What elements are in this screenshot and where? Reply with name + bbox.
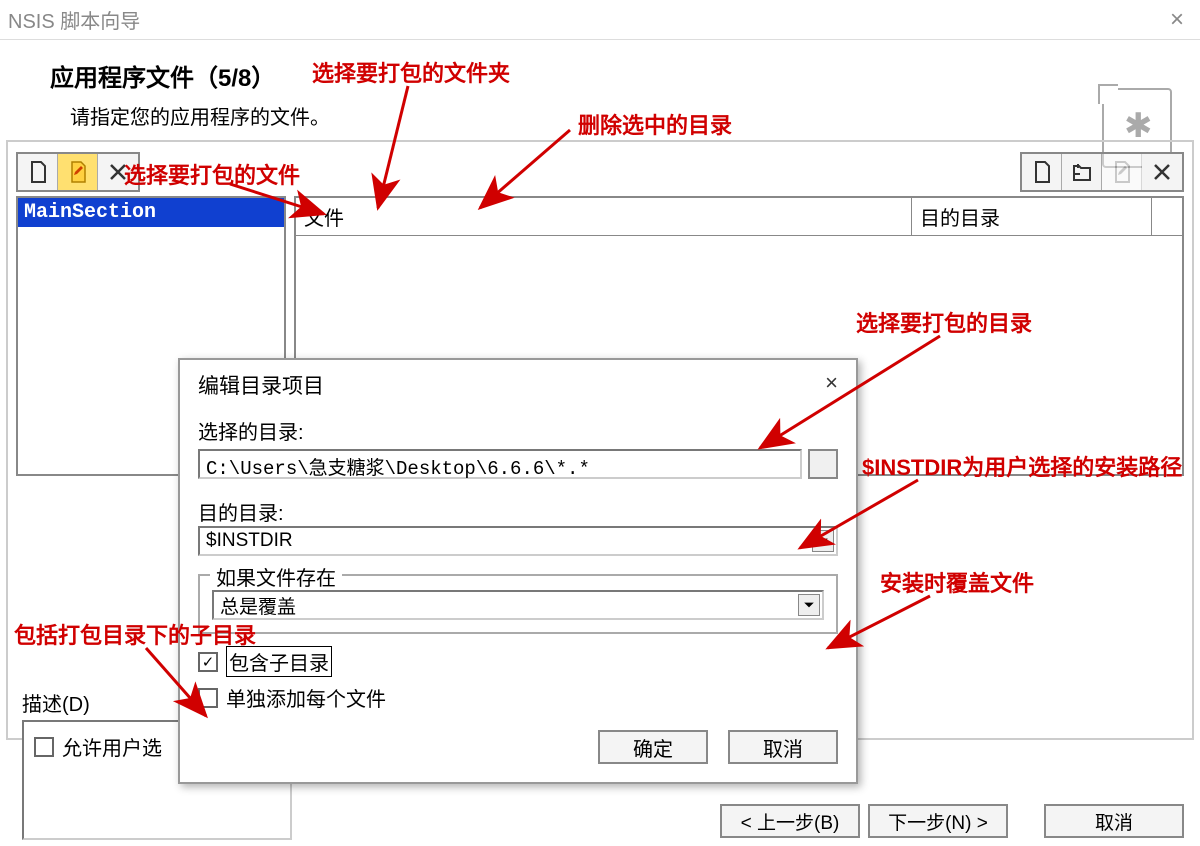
delete-section-icon[interactable]: [98, 154, 138, 190]
add-each-file-checkbox[interactable]: [198, 688, 218, 708]
edit-dir-dialog: 编辑目录项目 × 选择的目录: C:\Users\急支糖浆\Desktop\6.…: [178, 358, 858, 784]
overwrite-combo[interactable]: 总是覆盖: [212, 590, 824, 620]
src-dir-label: 选择的目录:: [198, 416, 838, 445]
next-button[interactable]: 下一步(N) >: [868, 804, 1008, 838]
window-title: NSIS 脚本向导: [8, 5, 140, 34]
ok-button[interactable]: 确定: [598, 730, 708, 764]
if-exists-group: 如果文件存在 总是覆盖: [198, 574, 838, 634]
wizard-header: 应用程序文件（5/8） 请指定您的应用程序的文件。: [0, 40, 1200, 140]
browse-src-button[interactable]: [808, 449, 838, 479]
page-subtitle: 请指定您的应用程序的文件。: [70, 101, 1170, 130]
allow-user-select-label: 允许用户选: [62, 732, 162, 761]
dest-dir-label: 目的目录:: [198, 497, 838, 526]
close-icon[interactable]: ×: [1162, 6, 1192, 34]
add-each-file-label: 单独添加每个文件: [226, 683, 386, 712]
page-title: 应用程序文件（5/8）: [50, 58, 1170, 93]
dest-dir-value: $INSTDIR: [206, 530, 293, 552]
column-dest[interactable]: 目的目录: [912, 198, 1152, 235]
edit-section-icon[interactable]: [58, 154, 98, 190]
allow-user-select-checkbox[interactable]: [34, 737, 54, 757]
include-subdir-label: 包含子目录: [226, 646, 332, 677]
include-subdir-checkbox[interactable]: ✓: [198, 652, 218, 672]
chevron-down-icon[interactable]: [812, 530, 834, 552]
chevron-down-icon[interactable]: [798, 594, 820, 616]
titlebar: NSIS 脚本向导 ×: [0, 0, 1200, 40]
cancel-button[interactable]: 取消: [1044, 804, 1184, 838]
dialog-close-icon[interactable]: ×: [825, 370, 838, 400]
column-spacer: [1152, 198, 1182, 235]
dest-dir-combo[interactable]: $INSTDIR: [198, 526, 838, 556]
section-toolbar: [16, 152, 140, 192]
file-toolbar: [1020, 152, 1184, 192]
back-button[interactable]: < 上一步(B): [720, 804, 860, 838]
table-header: 文件 目的目录: [296, 198, 1182, 236]
dialog-title: 编辑目录项目: [198, 370, 324, 400]
add-file-icon[interactable]: [1022, 154, 1062, 190]
section-item-main[interactable]: MainSection: [18, 198, 284, 227]
add-folder-icon[interactable]: [1062, 154, 1102, 190]
column-file[interactable]: 文件: [296, 198, 912, 235]
edit-file-icon[interactable]: [1102, 154, 1142, 190]
src-dir-input[interactable]: C:\Users\急支糖浆\Desktop\6.6.6\*.*: [198, 449, 802, 479]
delete-file-icon[interactable]: [1142, 154, 1182, 190]
new-section-icon[interactable]: [18, 154, 58, 190]
wizard-buttons: < 上一步(B) 下一步(N) > 取消: [720, 804, 1184, 838]
overwrite-value: 总是覆盖: [220, 592, 296, 619]
if-exists-legend: 如果文件存在: [210, 562, 342, 591]
dialog-cancel-button[interactable]: 取消: [728, 730, 838, 764]
description-label: 描述(D): [22, 688, 90, 717]
